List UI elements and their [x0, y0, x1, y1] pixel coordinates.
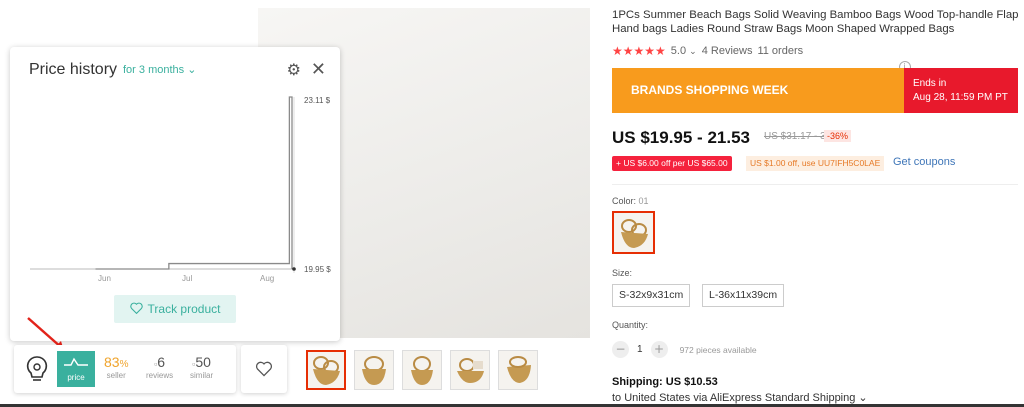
- color-label: Color: 01: [612, 196, 649, 206]
- thumbnail-1[interactable]: [306, 350, 346, 390]
- store-coupon-badge[interactable]: + US $6.00 off per US $65.00: [612, 156, 732, 171]
- price-tab-label: price: [67, 373, 85, 382]
- heart-outline-icon: [129, 302, 143, 317]
- size-label: Size:: [612, 268, 633, 278]
- lightbulb-icon[interactable]: [24, 355, 50, 383]
- ends-in-label: Ends in: [913, 78, 947, 89]
- reviews-value: ▫6: [154, 354, 166, 370]
- rating-value[interactable]: 5.0 ⌄: [671, 45, 697, 57]
- shipping-method[interactable]: to United States via AliExpress Standard…: [612, 391, 868, 404]
- thumbnail-4[interactable]: [450, 350, 490, 390]
- price-history-chart: Jun Jul Aug 23.11 $ 19.95 $: [30, 96, 331, 283]
- product-title: 1PCs Summer Beach Bags Solid Weaving Bam…: [612, 9, 1019, 35]
- bag-thumbnail-icon: [507, 356, 531, 383]
- banner-label: BRANDS SHOPPING WEEK: [631, 83, 789, 97]
- seller-stat[interactable]: 83% seller: [104, 354, 128, 380]
- thumbnail-5[interactable]: [498, 350, 538, 390]
- y-label-min: 19.95 $: [304, 265, 331, 274]
- range-dropdown[interactable]: for 3 months ⌄: [123, 63, 196, 76]
- star-rating-icon: ★★★★★: [612, 44, 666, 58]
- quantity-stepper: − 1 + 972 pieces available: [612, 341, 757, 358]
- thumbnail-2[interactable]: [354, 350, 394, 390]
- price-series-line: [30, 96, 293, 270]
- gear-icon[interactable]: ⚙: [287, 62, 301, 78]
- x-tick-aug: Aug: [260, 274, 274, 283]
- last-point-marker: [292, 267, 296, 271]
- quantity-value[interactable]: 1: [637, 344, 643, 355]
- seller-label: seller: [106, 371, 126, 380]
- rating-row: ★★★★★ 5.0 ⌄ 4 Reviews 11 orders: [612, 44, 803, 58]
- popup-title: Price history: [29, 61, 118, 78]
- reviews-link[interactable]: 4 Reviews: [702, 45, 753, 57]
- track-product-button[interactable]: Track product: [114, 295, 236, 323]
- track-product-label: Track product: [147, 302, 221, 316]
- divider: [612, 184, 1018, 185]
- quantity-minus-button[interactable]: −: [612, 341, 629, 358]
- quantity-available: 972 pieces available: [679, 344, 757, 355]
- x-tick-jun: Jun: [98, 274, 111, 283]
- thumbnail-strip: [306, 350, 538, 390]
- orders-count: 11 orders: [757, 45, 804, 57]
- heart-icon: [255, 361, 273, 377]
- size-option-s[interactable]: S-32x9x31cm: [612, 284, 691, 307]
- price-wave-icon: [64, 357, 88, 366]
- bag-thumbnail-icon: [457, 358, 484, 383]
- y-label-max: 23.11 $: [304, 96, 331, 105]
- bag-thumbnail-icon: [362, 356, 386, 385]
- quantity-plus-button[interactable]: +: [650, 341, 668, 358]
- thumbnail-3[interactable]: [402, 350, 442, 390]
- price-tab[interactable]: price: [57, 351, 95, 387]
- color-option-01[interactable]: [612, 211, 655, 254]
- price-history-popup: Price history for 3 months ⌄ i ⚙ ✕ Jun J…: [10, 47, 911, 341]
- discount-badge: -36%: [824, 130, 852, 142]
- similar-stat[interactable]: ▫50 similar: [190, 354, 213, 380]
- similar-label: similar: [190, 371, 214, 380]
- size-option-l[interactable]: L-36x11x39cm: [702, 284, 785, 307]
- ends-date: Aug 28, 11:59 PM PT: [913, 92, 1008, 103]
- quantity-label: Quantity:: [612, 320, 649, 330]
- get-coupons-link[interactable]: Get coupons: [893, 156, 955, 168]
- shipping-cost: Shipping: US $10.53: [612, 376, 718, 388]
- popup-actions: i ⚙ ✕: [287, 61, 911, 79]
- product-price: US $19.95 - 21.53: [612, 128, 750, 147]
- reviews-stat[interactable]: ▫6 reviews: [146, 354, 173, 380]
- banner-countdown: Ends in Aug 28, 11:59 PM PT: [904, 68, 1018, 113]
- seller-value: 83%: [104, 354, 129, 370]
- reviews-label: reviews: [146, 371, 174, 380]
- bag-thumbnail-icon: [411, 356, 433, 385]
- promo-banner[interactable]: BRANDS SHOPPING WEEK Ends in Aug 28, 11:…: [612, 68, 1018, 113]
- code-coupon-badge[interactable]: US $1.00 off, use UU7IFH5C0LAE: [746, 156, 885, 171]
- wishlist-button[interactable]: [241, 345, 287, 393]
- similar-value: ▫50: [192, 354, 211, 370]
- extension-info-bar: price 83% seller ▫6 reviews ▫50 similar: [14, 345, 236, 393]
- bag-swatch-icon: [620, 218, 648, 248]
- x-tick-jul: Jul: [182, 274, 192, 283]
- close-icon[interactable]: ✕: [311, 61, 326, 79]
- bag-thumbnail-icon: [313, 356, 340, 385]
